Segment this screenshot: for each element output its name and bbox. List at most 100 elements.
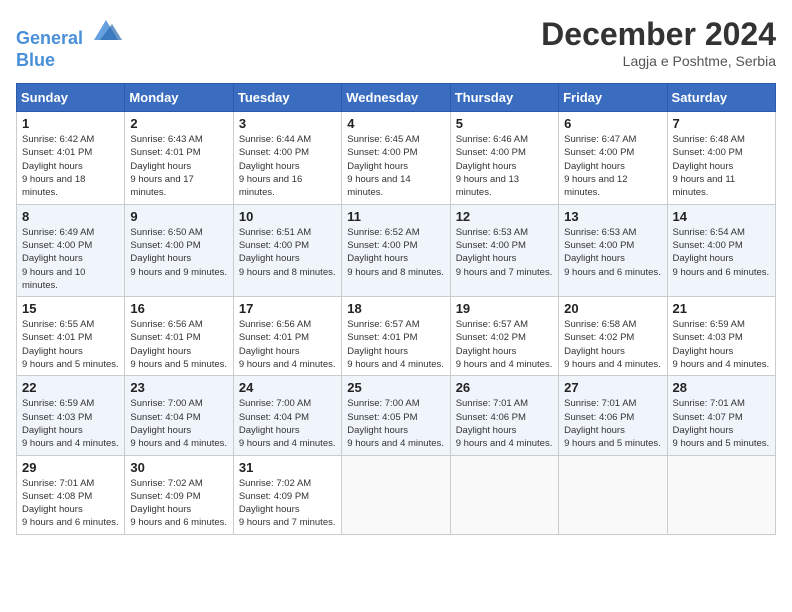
day-number: 7 bbox=[673, 116, 770, 131]
day-info: Sunrise: 7:01 AM Sunset: 4:07 PM Dayligh… bbox=[673, 397, 770, 450]
calendar-header-row: SundayMondayTuesdayWednesdayThursdayFrid… bbox=[17, 84, 776, 112]
day-info: Sunrise: 7:00 AM Sunset: 4:05 PM Dayligh… bbox=[347, 397, 444, 450]
calendar-cell: 9 Sunrise: 6:50 AM Sunset: 4:00 PM Dayli… bbox=[125, 204, 233, 296]
day-info: Sunrise: 7:01 AM Sunset: 4:06 PM Dayligh… bbox=[564, 397, 661, 450]
calendar-cell: 16 Sunrise: 6:56 AM Sunset: 4:01 PM Dayl… bbox=[125, 297, 233, 376]
day-info: Sunrise: 6:51 AM Sunset: 4:00 PM Dayligh… bbox=[239, 226, 336, 279]
weekday-header-friday: Friday bbox=[559, 84, 667, 112]
day-number: 31 bbox=[239, 460, 336, 475]
day-info: Sunrise: 6:59 AM Sunset: 4:03 PM Dayligh… bbox=[22, 397, 119, 450]
day-info: Sunrise: 7:02 AM Sunset: 4:09 PM Dayligh… bbox=[130, 477, 227, 530]
calendar-week-row: 29 Sunrise: 7:01 AM Sunset: 4:08 PM Dayl… bbox=[17, 455, 776, 534]
calendar-cell bbox=[559, 455, 667, 534]
day-info: Sunrise: 6:53 AM Sunset: 4:00 PM Dayligh… bbox=[564, 226, 661, 279]
day-number: 16 bbox=[130, 301, 227, 316]
day-info: Sunrise: 6:53 AM Sunset: 4:00 PM Dayligh… bbox=[456, 226, 553, 279]
logo-icon bbox=[90, 16, 122, 44]
calendar-cell: 29 Sunrise: 7:01 AM Sunset: 4:08 PM Dayl… bbox=[17, 455, 125, 534]
calendar-week-row: 22 Sunrise: 6:59 AM Sunset: 4:03 PM Dayl… bbox=[17, 376, 776, 455]
day-info: Sunrise: 6:43 AM Sunset: 4:01 PM Dayligh… bbox=[130, 133, 227, 199]
calendar-cell: 30 Sunrise: 7:02 AM Sunset: 4:09 PM Dayl… bbox=[125, 455, 233, 534]
day-number: 29 bbox=[22, 460, 119, 475]
day-info: Sunrise: 6:45 AM Sunset: 4:00 PM Dayligh… bbox=[347, 133, 444, 199]
calendar-cell: 10 Sunrise: 6:51 AM Sunset: 4:00 PM Dayl… bbox=[233, 204, 341, 296]
calendar-cell: 21 Sunrise: 6:59 AM Sunset: 4:03 PM Dayl… bbox=[667, 297, 775, 376]
day-number: 5 bbox=[456, 116, 553, 131]
day-info: Sunrise: 6:56 AM Sunset: 4:01 PM Dayligh… bbox=[239, 318, 336, 371]
day-info: Sunrise: 6:57 AM Sunset: 4:01 PM Dayligh… bbox=[347, 318, 444, 371]
calendar-cell: 18 Sunrise: 6:57 AM Sunset: 4:01 PM Dayl… bbox=[342, 297, 450, 376]
day-info: Sunrise: 6:57 AM Sunset: 4:02 PM Dayligh… bbox=[456, 318, 553, 371]
calendar-cell: 14 Sunrise: 6:54 AM Sunset: 4:00 PM Dayl… bbox=[667, 204, 775, 296]
calendar-cell: 2 Sunrise: 6:43 AM Sunset: 4:01 PM Dayli… bbox=[125, 112, 233, 204]
day-info: Sunrise: 6:54 AM Sunset: 4:00 PM Dayligh… bbox=[673, 226, 770, 279]
page-header: General Blue December 2024 Lagja e Posht… bbox=[16, 16, 776, 71]
calendar-cell: 7 Sunrise: 6:48 AM Sunset: 4:00 PM Dayli… bbox=[667, 112, 775, 204]
day-info: Sunrise: 6:55 AM Sunset: 4:01 PM Dayligh… bbox=[22, 318, 119, 371]
calendar-cell: 24 Sunrise: 7:00 AM Sunset: 4:04 PM Dayl… bbox=[233, 376, 341, 455]
day-info: Sunrise: 6:52 AM Sunset: 4:00 PM Dayligh… bbox=[347, 226, 444, 279]
calendar-cell: 17 Sunrise: 6:56 AM Sunset: 4:01 PM Dayl… bbox=[233, 297, 341, 376]
calendar-cell bbox=[667, 455, 775, 534]
calendar-week-row: 15 Sunrise: 6:55 AM Sunset: 4:01 PM Dayl… bbox=[17, 297, 776, 376]
calendar-cell: 19 Sunrise: 6:57 AM Sunset: 4:02 PM Dayl… bbox=[450, 297, 558, 376]
calendar-week-row: 8 Sunrise: 6:49 AM Sunset: 4:00 PM Dayli… bbox=[17, 204, 776, 296]
day-number: 15 bbox=[22, 301, 119, 316]
day-number: 27 bbox=[564, 380, 661, 395]
calendar-cell: 28 Sunrise: 7:01 AM Sunset: 4:07 PM Dayl… bbox=[667, 376, 775, 455]
location-text: Lagja e Poshtme, Serbia bbox=[541, 53, 776, 69]
day-info: Sunrise: 6:47 AM Sunset: 4:00 PM Dayligh… bbox=[564, 133, 661, 199]
calendar-cell: 15 Sunrise: 6:55 AM Sunset: 4:01 PM Dayl… bbox=[17, 297, 125, 376]
logo: General Blue bbox=[16, 16, 122, 71]
day-info: Sunrise: 7:01 AM Sunset: 4:08 PM Dayligh… bbox=[22, 477, 119, 530]
day-number: 13 bbox=[564, 209, 661, 224]
day-number: 9 bbox=[130, 209, 227, 224]
day-number: 18 bbox=[347, 301, 444, 316]
day-number: 25 bbox=[347, 380, 444, 395]
calendar-cell bbox=[450, 455, 558, 534]
day-number: 1 bbox=[22, 116, 119, 131]
day-info: Sunrise: 7:01 AM Sunset: 4:06 PM Dayligh… bbox=[456, 397, 553, 450]
day-info: Sunrise: 7:00 AM Sunset: 4:04 PM Dayligh… bbox=[130, 397, 227, 450]
logo-text: General bbox=[16, 16, 122, 50]
day-number: 19 bbox=[456, 301, 553, 316]
calendar-body: 1 Sunrise: 6:42 AM Sunset: 4:01 PM Dayli… bbox=[17, 112, 776, 535]
day-number: 30 bbox=[130, 460, 227, 475]
calendar-cell: 13 Sunrise: 6:53 AM Sunset: 4:00 PM Dayl… bbox=[559, 204, 667, 296]
weekday-header-wednesday: Wednesday bbox=[342, 84, 450, 112]
weekday-header-tuesday: Tuesday bbox=[233, 84, 341, 112]
calendar-cell: 22 Sunrise: 6:59 AM Sunset: 4:03 PM Dayl… bbox=[17, 376, 125, 455]
day-number: 12 bbox=[456, 209, 553, 224]
day-info: Sunrise: 6:46 AM Sunset: 4:00 PM Dayligh… bbox=[456, 133, 553, 199]
logo-blue-text: Blue bbox=[16, 50, 122, 72]
calendar-cell: 12 Sunrise: 6:53 AM Sunset: 4:00 PM Dayl… bbox=[450, 204, 558, 296]
calendar-cell: 8 Sunrise: 6:49 AM Sunset: 4:00 PM Dayli… bbox=[17, 204, 125, 296]
weekday-header-saturday: Saturday bbox=[667, 84, 775, 112]
day-info: Sunrise: 6:44 AM Sunset: 4:00 PM Dayligh… bbox=[239, 133, 336, 199]
day-number: 10 bbox=[239, 209, 336, 224]
day-number: 14 bbox=[673, 209, 770, 224]
day-number: 11 bbox=[347, 209, 444, 224]
calendar-cell: 1 Sunrise: 6:42 AM Sunset: 4:01 PM Dayli… bbox=[17, 112, 125, 204]
calendar-cell: 6 Sunrise: 6:47 AM Sunset: 4:00 PM Dayli… bbox=[559, 112, 667, 204]
day-number: 23 bbox=[130, 380, 227, 395]
day-number: 24 bbox=[239, 380, 336, 395]
calendar-cell: 20 Sunrise: 6:58 AM Sunset: 4:02 PM Dayl… bbox=[559, 297, 667, 376]
month-year-title: December 2024 bbox=[541, 16, 776, 53]
calendar-cell: 25 Sunrise: 7:00 AM Sunset: 4:05 PM Dayl… bbox=[342, 376, 450, 455]
weekday-header-monday: Monday bbox=[125, 84, 233, 112]
day-number: 26 bbox=[456, 380, 553, 395]
day-info: Sunrise: 7:02 AM Sunset: 4:09 PM Dayligh… bbox=[239, 477, 336, 530]
calendar-cell: 27 Sunrise: 7:01 AM Sunset: 4:06 PM Dayl… bbox=[559, 376, 667, 455]
day-info: Sunrise: 7:00 AM Sunset: 4:04 PM Dayligh… bbox=[239, 397, 336, 450]
weekday-header-thursday: Thursday bbox=[450, 84, 558, 112]
day-number: 2 bbox=[130, 116, 227, 131]
day-number: 3 bbox=[239, 116, 336, 131]
calendar-cell bbox=[342, 455, 450, 534]
day-info: Sunrise: 6:58 AM Sunset: 4:02 PM Dayligh… bbox=[564, 318, 661, 371]
day-info: Sunrise: 6:48 AM Sunset: 4:00 PM Dayligh… bbox=[673, 133, 770, 199]
weekday-header-sunday: Sunday bbox=[17, 84, 125, 112]
calendar-cell: 23 Sunrise: 7:00 AM Sunset: 4:04 PM Dayl… bbox=[125, 376, 233, 455]
title-block: December 2024 Lagja e Poshtme, Serbia bbox=[541, 16, 776, 69]
day-info: Sunrise: 6:59 AM Sunset: 4:03 PM Dayligh… bbox=[673, 318, 770, 371]
